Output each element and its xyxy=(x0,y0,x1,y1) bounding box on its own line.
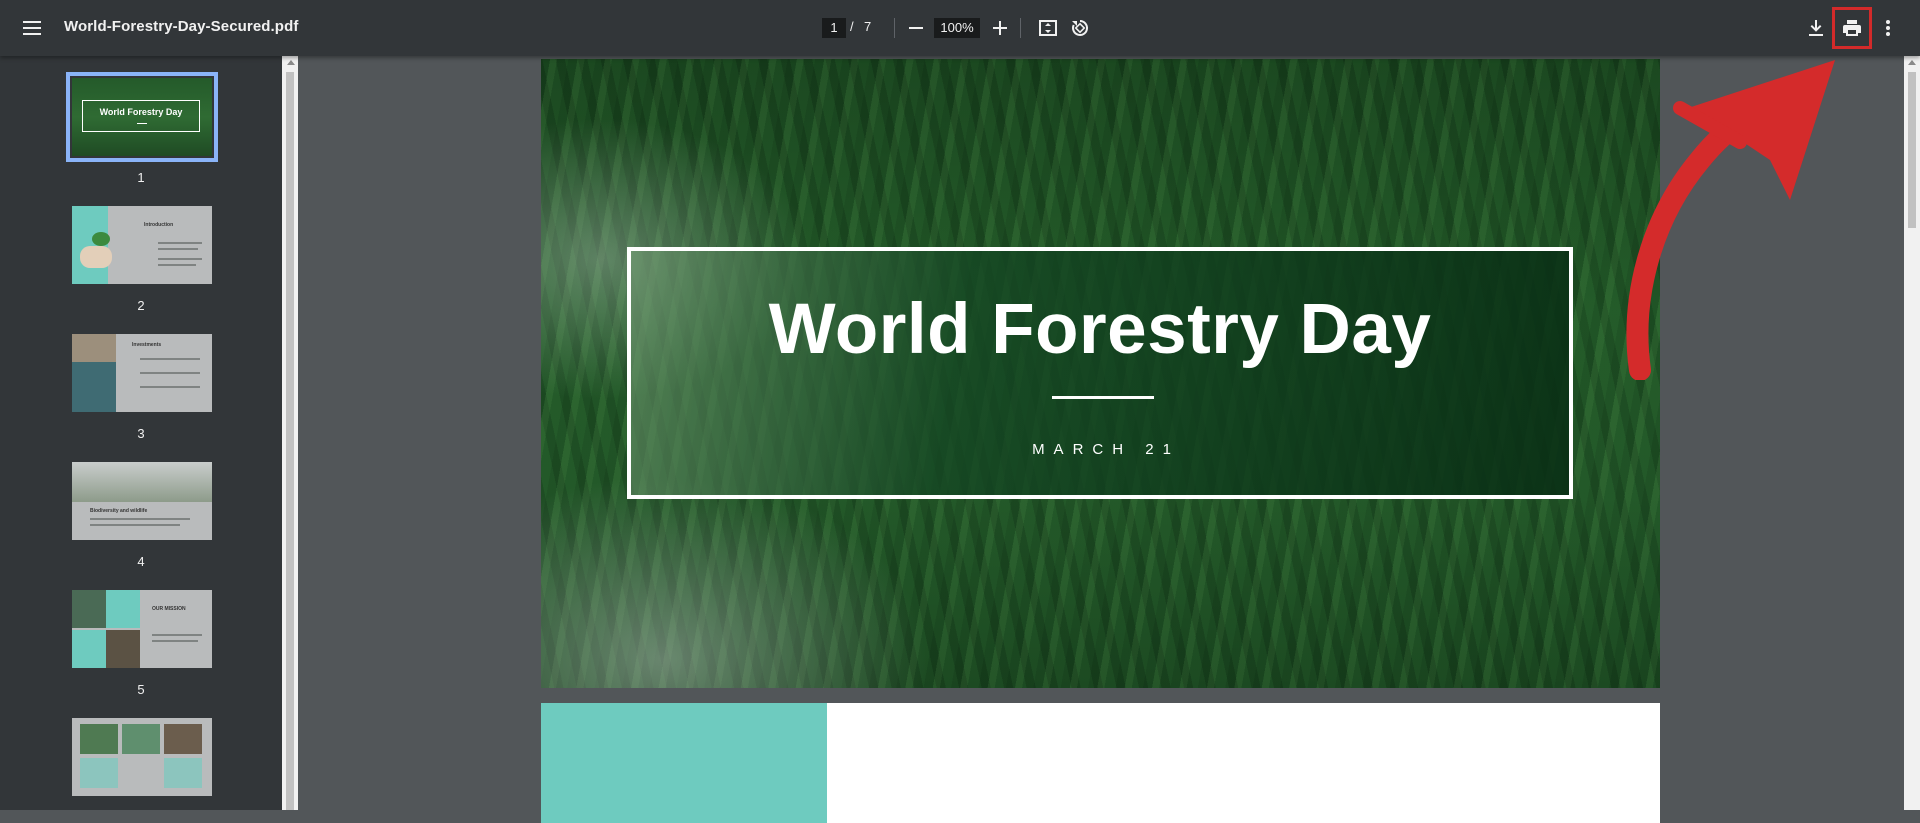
page-total: 7 xyxy=(864,19,872,34)
thumbnail-image xyxy=(72,590,106,628)
thumbnail-image xyxy=(80,724,118,754)
sidebar-scroll-thumb[interactable] xyxy=(286,72,294,810)
thumbnail-heading: Investments xyxy=(132,342,162,348)
thumbnail-text-line xyxy=(158,264,196,266)
pdf-page-2 xyxy=(541,703,1660,823)
thumbnail-page-5[interactable]: OUR MISSION xyxy=(72,590,212,668)
thumbnail-hand-image xyxy=(80,246,112,268)
thumbnail-number: 2 xyxy=(137,298,145,313)
thumbnail-number: 3 xyxy=(137,426,145,441)
thumbnail-number: 4 xyxy=(137,554,145,569)
title-box: World Forestry Day MARCH 21 xyxy=(627,247,1573,499)
thumbnail-teal-block xyxy=(72,630,106,668)
print-button-highlight xyxy=(1832,7,1872,49)
pdf-page-1: World Forestry Day MARCH 21 xyxy=(541,59,1660,688)
thumbnail-landscape-image xyxy=(72,462,212,502)
toolbar-divider xyxy=(1020,18,1021,38)
thumbnail-text-line xyxy=(152,634,202,636)
thumbnail-rule xyxy=(137,123,147,124)
thumbnail-page-2[interactable]: Introduction xyxy=(72,206,212,284)
sidebar-scroll-up-icon[interactable] xyxy=(287,60,295,65)
download-icon xyxy=(1809,20,1823,36)
thumbnail-teal-block xyxy=(106,590,140,628)
zoom-in-icon xyxy=(993,21,1007,35)
thumbnail-text-line xyxy=(90,518,190,520)
viewer-scroll-up-icon[interactable] xyxy=(1908,60,1916,65)
title-divider xyxy=(1052,396,1154,399)
thumbnail-heading: OUR MISSION xyxy=(152,606,186,612)
viewer-scroll-thumb[interactable] xyxy=(1908,72,1916,228)
thumbnail-title: World Forestry Day xyxy=(99,107,183,117)
toolbar-divider xyxy=(894,18,895,38)
thumbnail-image xyxy=(122,724,160,754)
rotate-button[interactable] xyxy=(1064,12,1096,44)
thumbnail-text-line xyxy=(140,358,200,360)
thumbnail-image xyxy=(72,334,116,362)
thumbnail-image xyxy=(106,630,140,668)
zoom-out-button[interactable] xyxy=(900,12,932,44)
thumbnail-text-line xyxy=(158,248,198,250)
page-number-input[interactable]: 1 xyxy=(822,18,846,38)
thumbnail-page-3[interactable]: Investments xyxy=(72,334,212,412)
page-date: MARCH 21 xyxy=(1032,441,1180,458)
thumbnail-sidebar: World Forestry Day 1 Introduction 2 Inve… xyxy=(0,56,282,810)
menu-icon[interactable] xyxy=(16,12,48,44)
document-title: World-Forestry-Day-Secured.pdf xyxy=(64,18,299,35)
pdf-toolbar: World-Forestry-Day-Secured.pdf 1 / 7 100… xyxy=(0,0,1920,56)
thumbnail-text-line xyxy=(158,258,202,260)
zoom-level-input[interactable]: 100% xyxy=(934,18,980,38)
annotation-arrow-icon xyxy=(1626,60,1835,380)
thumbnail-plant-image xyxy=(92,232,110,246)
page-title: World Forestry Day xyxy=(768,290,1432,369)
download-button[interactable] xyxy=(1800,12,1832,44)
fit-to-page-button[interactable] xyxy=(1032,12,1064,44)
thumbnail-teal-block xyxy=(80,758,118,788)
page-2-teal-panel xyxy=(541,703,827,823)
thumbnail-text-line xyxy=(140,386,200,388)
thumbnail-heading: Introduction xyxy=(144,222,174,228)
more-options-button[interactable] xyxy=(1872,12,1904,44)
thumbnail-image xyxy=(164,724,202,754)
thumbnail-text-line xyxy=(158,242,202,244)
thumbnail-number: 5 xyxy=(137,682,145,697)
rotate-icon xyxy=(1072,19,1089,36)
thumbnail-text-line xyxy=(90,524,180,526)
thumbnail-heading: Biodiversity and wildlife xyxy=(90,508,148,514)
more-vert-icon xyxy=(1886,20,1890,36)
zoom-in-button[interactable] xyxy=(984,12,1016,44)
thumbnail-page-6[interactable] xyxy=(72,718,212,796)
zoom-out-icon xyxy=(909,27,923,29)
thumbnail-number: 1 xyxy=(137,170,145,185)
thumbnail-image xyxy=(72,362,116,412)
thumbnail-teal-block xyxy=(164,758,202,788)
thumbnail-page-1[interactable]: World Forestry Day xyxy=(66,72,218,162)
thumbnail-page-4[interactable]: Biodiversity and wildlife xyxy=(72,462,212,540)
thumbnail-text-line xyxy=(140,372,200,374)
fit-page-icon xyxy=(1039,20,1057,36)
thumbnail-title-box: World Forestry Day xyxy=(82,100,200,132)
page-separator: / xyxy=(850,19,854,34)
thumbnail-text-line xyxy=(152,640,198,642)
